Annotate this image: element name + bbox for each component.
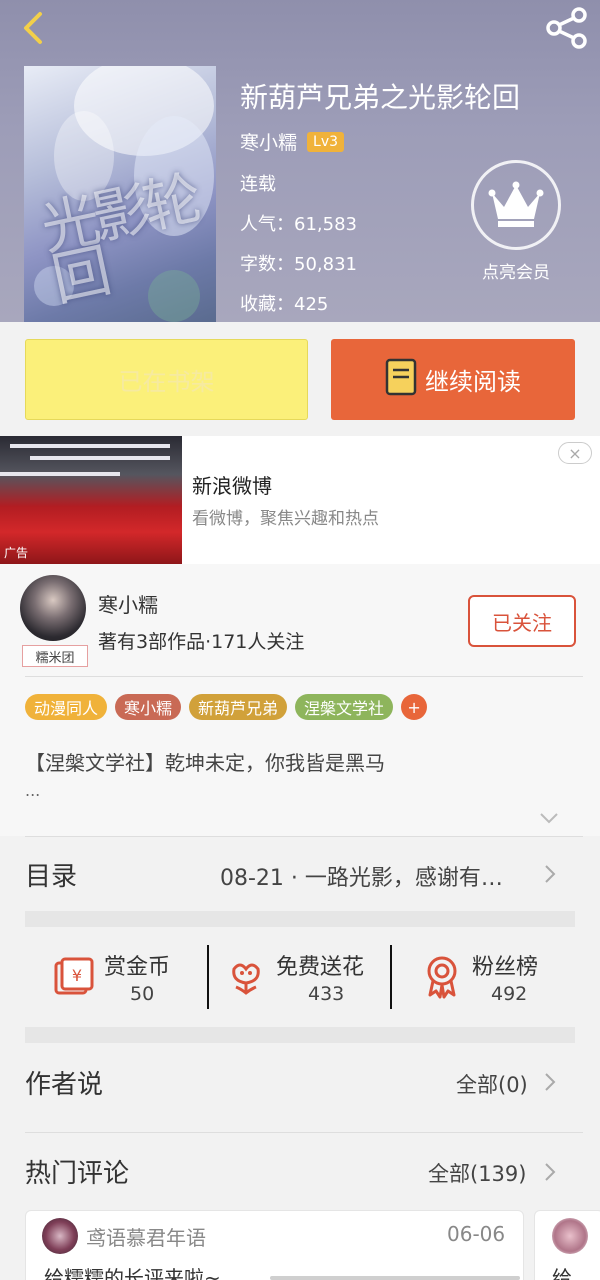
section-separator xyxy=(25,1027,575,1043)
chevron-right-icon[interactable] xyxy=(543,863,557,885)
ad-tag: 广告 xyxy=(4,546,29,560)
author-name[interactable]: 寒小糯 xyxy=(98,589,158,618)
author-row: 寒小糯 Lv3 xyxy=(240,128,345,155)
hot-comments-label: 热门评论 xyxy=(25,1159,130,1189)
favorites-text: 收藏：425 xyxy=(240,294,329,315)
tag-item[interactable]: 新葫芦兄弟 xyxy=(189,694,288,720)
shelf-label: 已在书架 xyxy=(118,368,215,396)
stat-value: 492 xyxy=(491,983,528,1005)
author-says-label: 作者说 xyxy=(25,1070,104,1100)
stat-value: 50 xyxy=(130,983,155,1005)
chevron-right-icon[interactable] xyxy=(543,1071,557,1093)
chevron-down-icon[interactable] xyxy=(538,810,560,826)
share-icon[interactable] xyxy=(544,6,590,50)
level-badge: Lv3 xyxy=(307,131,345,152)
author-info: 著有3部作品·171人关注 xyxy=(98,631,305,653)
stat-label: 免费送花 xyxy=(276,955,365,980)
divider xyxy=(25,1132,583,1133)
section-separator xyxy=(25,911,575,927)
comment-text: 给糯糯的长评来啦~ xyxy=(44,1266,221,1280)
tag-item[interactable]: 涅槃文学社 xyxy=(295,694,394,720)
fan-group-badge[interactable]: 糯米团 xyxy=(22,645,88,667)
stat-value: 433 xyxy=(308,983,345,1005)
divider xyxy=(25,676,583,677)
ad-close-button[interactable]: × xyxy=(558,442,592,464)
intro-ellipsis: ... xyxy=(25,781,41,800)
author-avatar[interactable] xyxy=(20,575,86,641)
book-title: 新葫芦兄弟之光影轮回 xyxy=(240,81,521,114)
back-icon[interactable] xyxy=(14,8,54,48)
word-count-text: 字数：50,831 xyxy=(240,254,357,275)
latest-chapter[interactable]: 08-21 · 一路光影，感谢有… xyxy=(220,860,503,892)
vip-label: 点亮会员 xyxy=(482,263,550,283)
in-bookshelf-button[interactable]: 已在书架 xyxy=(25,339,308,420)
hot-comments-all-link[interactable]: 全部(139) xyxy=(428,1158,526,1188)
fans-rank-button[interactable]: 粉丝榜 492 xyxy=(422,945,562,1010)
comment-date: 06-06 xyxy=(447,1222,506,1246)
crown-icon xyxy=(471,160,561,250)
carousel-scroll-indicator xyxy=(270,1276,520,1280)
tag-item[interactable]: 寒小糯 xyxy=(115,694,182,720)
send-flower-button[interactable]: 免费送花 433 xyxy=(226,945,386,1010)
ad-banner[interactable]: 广告 xyxy=(0,436,600,564)
stat-label: 粉丝榜 xyxy=(472,955,539,980)
tag-list: 动漫同人 寒小糯 新葫芦兄弟 涅槃文学社 + xyxy=(25,694,428,720)
catalog-label[interactable]: 目录 xyxy=(25,856,77,893)
red-packet-icon: ¥ xyxy=(52,957,96,1001)
reward-coins-button[interactable]: ¥ 赏金币 50 xyxy=(52,945,202,1010)
svg-text:¥: ¥ xyxy=(72,966,82,985)
read-label: 继续阅读 xyxy=(425,368,521,396)
comment-text: 给 xyxy=(552,1266,572,1280)
stat-label: 赏金币 xyxy=(104,955,171,980)
ad-image: 广告 xyxy=(0,436,182,564)
flower-icon xyxy=(226,957,266,1001)
divider xyxy=(25,836,583,837)
book-intro: 【涅槃文学社】乾坤未定，你我皆是黑马 xyxy=(25,751,385,775)
book-cover[interactable]: 光影轮回 xyxy=(24,66,216,322)
ad-title[interactable]: 新浪微博 xyxy=(192,470,272,499)
add-tag-button[interactable]: + xyxy=(401,694,428,720)
ad-description: 看微博，聚焦兴趣和热点 xyxy=(192,509,379,529)
author-says-all-link[interactable]: 全部(0) xyxy=(456,1069,528,1099)
stat-divider xyxy=(390,945,392,1009)
book-icon xyxy=(385,358,417,402)
chevron-right-icon[interactable] xyxy=(543,1161,557,1183)
status-text: 连载 xyxy=(240,174,276,195)
vip-button[interactable]: 点亮会员 xyxy=(470,160,562,283)
author-link[interactable]: 寒小糯 xyxy=(240,128,297,155)
stat-divider xyxy=(207,945,209,1009)
popularity-text: 人气：61,583 xyxy=(240,214,357,235)
continue-reading-button[interactable]: 继续阅读 xyxy=(331,339,575,420)
follow-button[interactable]: 已关注 xyxy=(468,595,576,647)
comment-user[interactable]: 鸢语慕君年语 xyxy=(86,1222,206,1251)
medal-icon xyxy=(422,955,462,1003)
comment-avatar[interactable] xyxy=(42,1218,78,1254)
tag-item[interactable]: 动漫同人 xyxy=(25,694,108,720)
comment-avatar[interactable] xyxy=(552,1218,588,1254)
